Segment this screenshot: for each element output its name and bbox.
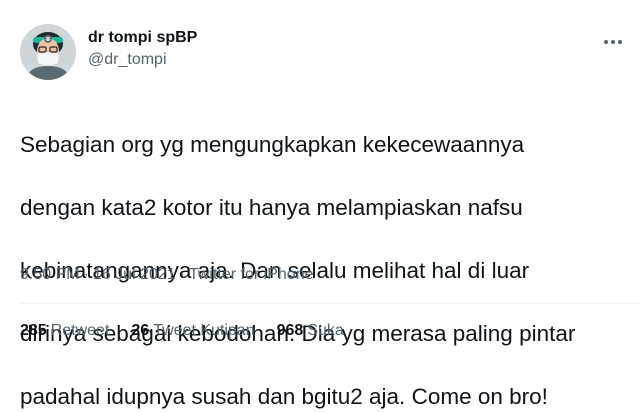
like-stat[interactable]: 968 Suka (277, 321, 344, 341)
tweet-text-line: padahal idupnya susah dan bgitu2 aja. Co… (20, 383, 548, 409)
tweet-stats: 285 Retweet 26 Tweet Kutipan 968 Suka (20, 321, 344, 341)
author-handle[interactable]: @dr_tompi (88, 50, 197, 70)
profile-photo-icon (20, 24, 76, 80)
like-label: Suka (307, 322, 344, 339)
meta-separator: · (179, 266, 185, 283)
tweet-time[interactable]: 9.50 PM (20, 266, 80, 283)
tweet-text-line: dengan kata2 kotor itu hanya melampiaska… (20, 194, 523, 220)
retweet-label: Retweet (50, 322, 110, 339)
retweet-count: 285 (20, 322, 47, 339)
like-count: 968 (276, 322, 304, 339)
meta-separator: · (83, 266, 89, 283)
retweet-stat[interactable]: 285 Retweet (20, 321, 109, 341)
quote-tweet-label: Tweet Kutipan (153, 322, 255, 339)
author-display-name[interactable]: dr tompi spBP (88, 28, 197, 48)
more-options-button[interactable] (600, 32, 626, 52)
tweet-date[interactable]: 16 Jul 2021 (93, 266, 176, 283)
avatar[interactable] (20, 24, 76, 80)
quote-tweet-stat[interactable]: 26 Tweet Kutipan (131, 321, 254, 341)
tweet-text-line: Sebagian org yg mengungkapkan kekecewaan… (20, 131, 525, 157)
tweet-meta: 9.50 PM · 16 Jul 2021 · Twitter for iPhone (20, 265, 313, 285)
tweet-card: dr tompi spBP @dr_tompi Sebagian org yg … (0, 0, 640, 409)
tweet-text: Sebagian org yg mengungkapkan kekecewaan… (20, 97, 630, 412)
tweet-source[interactable]: Twitter for iPhone (189, 266, 314, 283)
quote-tweet-count: 26 (131, 322, 150, 339)
divider (20, 303, 640, 304)
more-horizontal-icon (604, 40, 622, 44)
author-info: dr tompi spBP @dr_tompi (88, 28, 197, 70)
